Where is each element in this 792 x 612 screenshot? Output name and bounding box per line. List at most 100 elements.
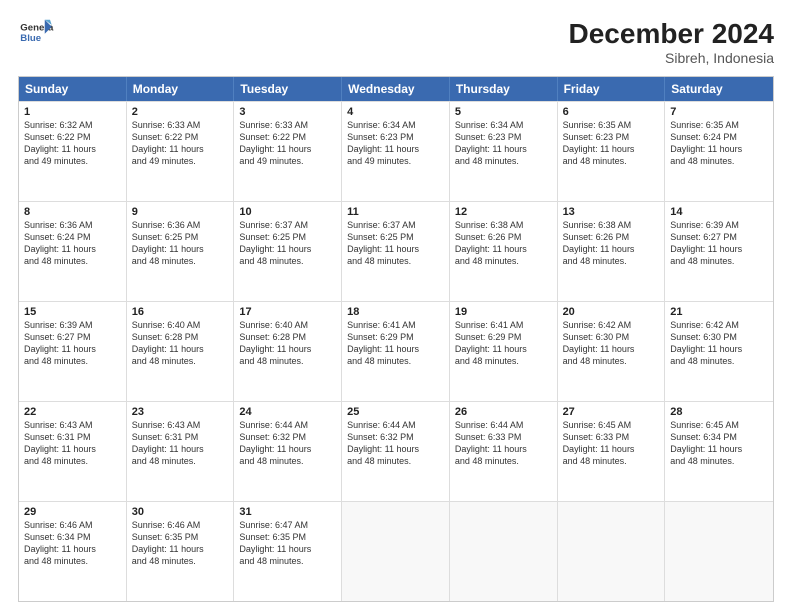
cal-cell-1-4: 12Sunrise: 6:38 AM Sunset: 6:26 PM Dayli… xyxy=(450,202,558,301)
day-info: Sunrise: 6:33 AM Sunset: 6:22 PM Dayligh… xyxy=(132,119,229,168)
calendar-subtitle: Sibreh, Indonesia xyxy=(569,50,774,66)
cal-cell-4-3 xyxy=(342,502,450,601)
cal-cell-1-2: 10Sunrise: 6:37 AM Sunset: 6:25 PM Dayli… xyxy=(234,202,342,301)
calendar-body: 1Sunrise: 6:32 AM Sunset: 6:22 PM Daylig… xyxy=(19,101,773,601)
day-info: Sunrise: 6:41 AM Sunset: 6:29 PM Dayligh… xyxy=(347,319,444,368)
cal-cell-0-1: 2Sunrise: 6:33 AM Sunset: 6:22 PM Daylig… xyxy=(127,102,235,201)
day-number: 7 xyxy=(670,106,768,118)
header-saturday: Saturday xyxy=(665,77,773,101)
header-sunday: Sunday xyxy=(19,77,127,101)
page: General Blue December 2024 Sibreh, Indon… xyxy=(0,0,792,612)
day-number: 15 xyxy=(24,306,121,318)
logo-icon: General Blue xyxy=(18,18,54,46)
day-number: 4 xyxy=(347,106,444,118)
calendar-week-2: 15Sunrise: 6:39 AM Sunset: 6:27 PM Dayli… xyxy=(19,301,773,401)
header-friday: Friday xyxy=(558,77,666,101)
day-info: Sunrise: 6:39 AM Sunset: 6:27 PM Dayligh… xyxy=(670,219,768,268)
day-info: Sunrise: 6:44 AM Sunset: 6:32 PM Dayligh… xyxy=(347,419,444,468)
day-info: Sunrise: 6:34 AM Sunset: 6:23 PM Dayligh… xyxy=(455,119,552,168)
day-info: Sunrise: 6:36 AM Sunset: 6:25 PM Dayligh… xyxy=(132,219,229,268)
day-info: Sunrise: 6:45 AM Sunset: 6:33 PM Dayligh… xyxy=(563,419,660,468)
logo: General Blue xyxy=(18,18,54,46)
cal-cell-4-4 xyxy=(450,502,558,601)
day-number: 8 xyxy=(24,206,121,218)
day-number: 16 xyxy=(132,306,229,318)
day-info: Sunrise: 6:47 AM Sunset: 6:35 PM Dayligh… xyxy=(239,519,336,568)
header-monday: Monday xyxy=(127,77,235,101)
day-number: 10 xyxy=(239,206,336,218)
calendar-title: December 2024 xyxy=(569,18,774,50)
title-block: December 2024 Sibreh, Indonesia xyxy=(569,18,774,66)
cal-cell-1-3: 11Sunrise: 6:37 AM Sunset: 6:25 PM Dayli… xyxy=(342,202,450,301)
cal-cell-3-6: 28Sunrise: 6:45 AM Sunset: 6:34 PM Dayli… xyxy=(665,402,773,501)
day-info: Sunrise: 6:40 AM Sunset: 6:28 PM Dayligh… xyxy=(132,319,229,368)
day-number: 9 xyxy=(132,206,229,218)
day-info: Sunrise: 6:34 AM Sunset: 6:23 PM Dayligh… xyxy=(347,119,444,168)
calendar-week-1: 8Sunrise: 6:36 AM Sunset: 6:24 PM Daylig… xyxy=(19,201,773,301)
day-info: Sunrise: 6:42 AM Sunset: 6:30 PM Dayligh… xyxy=(563,319,660,368)
day-number: 28 xyxy=(670,406,768,418)
day-number: 1 xyxy=(24,106,121,118)
header-wednesday: Wednesday xyxy=(342,77,450,101)
calendar: Sunday Monday Tuesday Wednesday Thursday… xyxy=(18,76,774,602)
cal-cell-2-2: 17Sunrise: 6:40 AM Sunset: 6:28 PM Dayli… xyxy=(234,302,342,401)
cal-cell-1-0: 8Sunrise: 6:36 AM Sunset: 6:24 PM Daylig… xyxy=(19,202,127,301)
day-info: Sunrise: 6:40 AM Sunset: 6:28 PM Dayligh… xyxy=(239,319,336,368)
calendar-week-0: 1Sunrise: 6:32 AM Sunset: 6:22 PM Daylig… xyxy=(19,101,773,201)
day-info: Sunrise: 6:33 AM Sunset: 6:22 PM Dayligh… xyxy=(239,119,336,168)
day-info: Sunrise: 6:38 AM Sunset: 6:26 PM Dayligh… xyxy=(563,219,660,268)
calendar-week-4: 29Sunrise: 6:46 AM Sunset: 6:34 PM Dayli… xyxy=(19,501,773,601)
day-number: 26 xyxy=(455,406,552,418)
cal-cell-3-3: 25Sunrise: 6:44 AM Sunset: 6:32 PM Dayli… xyxy=(342,402,450,501)
cal-cell-0-5: 6Sunrise: 6:35 AM Sunset: 6:23 PM Daylig… xyxy=(558,102,666,201)
cal-cell-0-0: 1Sunrise: 6:32 AM Sunset: 6:22 PM Daylig… xyxy=(19,102,127,201)
cal-cell-3-1: 23Sunrise: 6:43 AM Sunset: 6:31 PM Dayli… xyxy=(127,402,235,501)
day-number: 27 xyxy=(563,406,660,418)
day-number: 25 xyxy=(347,406,444,418)
day-number: 17 xyxy=(239,306,336,318)
svg-text:Blue: Blue xyxy=(20,33,41,44)
day-info: Sunrise: 6:43 AM Sunset: 6:31 PM Dayligh… xyxy=(24,419,121,468)
day-number: 31 xyxy=(239,506,336,518)
day-number: 14 xyxy=(670,206,768,218)
cal-cell-4-6 xyxy=(665,502,773,601)
day-info: Sunrise: 6:45 AM Sunset: 6:34 PM Dayligh… xyxy=(670,419,768,468)
day-info: Sunrise: 6:39 AM Sunset: 6:27 PM Dayligh… xyxy=(24,319,121,368)
calendar-header: Sunday Monday Tuesday Wednesday Thursday… xyxy=(19,77,773,101)
day-info: Sunrise: 6:44 AM Sunset: 6:32 PM Dayligh… xyxy=(239,419,336,468)
day-number: 18 xyxy=(347,306,444,318)
cal-cell-0-6: 7Sunrise: 6:35 AM Sunset: 6:24 PM Daylig… xyxy=(665,102,773,201)
day-number: 29 xyxy=(24,506,121,518)
cal-cell-2-1: 16Sunrise: 6:40 AM Sunset: 6:28 PM Dayli… xyxy=(127,302,235,401)
cal-cell-4-0: 29Sunrise: 6:46 AM Sunset: 6:34 PM Dayli… xyxy=(19,502,127,601)
cal-cell-2-5: 20Sunrise: 6:42 AM Sunset: 6:30 PM Dayli… xyxy=(558,302,666,401)
day-number: 30 xyxy=(132,506,229,518)
cal-cell-3-0: 22Sunrise: 6:43 AM Sunset: 6:31 PM Dayli… xyxy=(19,402,127,501)
cal-cell-2-3: 18Sunrise: 6:41 AM Sunset: 6:29 PM Dayli… xyxy=(342,302,450,401)
day-info: Sunrise: 6:37 AM Sunset: 6:25 PM Dayligh… xyxy=(239,219,336,268)
day-info: Sunrise: 6:42 AM Sunset: 6:30 PM Dayligh… xyxy=(670,319,768,368)
day-number: 12 xyxy=(455,206,552,218)
calendar-week-3: 22Sunrise: 6:43 AM Sunset: 6:31 PM Dayli… xyxy=(19,401,773,501)
day-info: Sunrise: 6:32 AM Sunset: 6:22 PM Dayligh… xyxy=(24,119,121,168)
cal-cell-4-2: 31Sunrise: 6:47 AM Sunset: 6:35 PM Dayli… xyxy=(234,502,342,601)
day-info: Sunrise: 6:46 AM Sunset: 6:35 PM Dayligh… xyxy=(132,519,229,568)
cal-cell-0-2: 3Sunrise: 6:33 AM Sunset: 6:22 PM Daylig… xyxy=(234,102,342,201)
cal-cell-1-6: 14Sunrise: 6:39 AM Sunset: 6:27 PM Dayli… xyxy=(665,202,773,301)
cal-cell-3-4: 26Sunrise: 6:44 AM Sunset: 6:33 PM Dayli… xyxy=(450,402,558,501)
cal-cell-0-4: 5Sunrise: 6:34 AM Sunset: 6:23 PM Daylig… xyxy=(450,102,558,201)
cal-cell-4-1: 30Sunrise: 6:46 AM Sunset: 6:35 PM Dayli… xyxy=(127,502,235,601)
day-info: Sunrise: 6:41 AM Sunset: 6:29 PM Dayligh… xyxy=(455,319,552,368)
day-number: 5 xyxy=(455,106,552,118)
cal-cell-0-3: 4Sunrise: 6:34 AM Sunset: 6:23 PM Daylig… xyxy=(342,102,450,201)
cal-cell-3-5: 27Sunrise: 6:45 AM Sunset: 6:33 PM Dayli… xyxy=(558,402,666,501)
day-number: 22 xyxy=(24,406,121,418)
header: General Blue December 2024 Sibreh, Indon… xyxy=(18,18,774,66)
day-info: Sunrise: 6:46 AM Sunset: 6:34 PM Dayligh… xyxy=(24,519,121,568)
day-number: 19 xyxy=(455,306,552,318)
cal-cell-2-0: 15Sunrise: 6:39 AM Sunset: 6:27 PM Dayli… xyxy=(19,302,127,401)
cal-cell-1-5: 13Sunrise: 6:38 AM Sunset: 6:26 PM Dayli… xyxy=(558,202,666,301)
cal-cell-2-6: 21Sunrise: 6:42 AM Sunset: 6:30 PM Dayli… xyxy=(665,302,773,401)
day-number: 21 xyxy=(670,306,768,318)
day-info: Sunrise: 6:37 AM Sunset: 6:25 PM Dayligh… xyxy=(347,219,444,268)
